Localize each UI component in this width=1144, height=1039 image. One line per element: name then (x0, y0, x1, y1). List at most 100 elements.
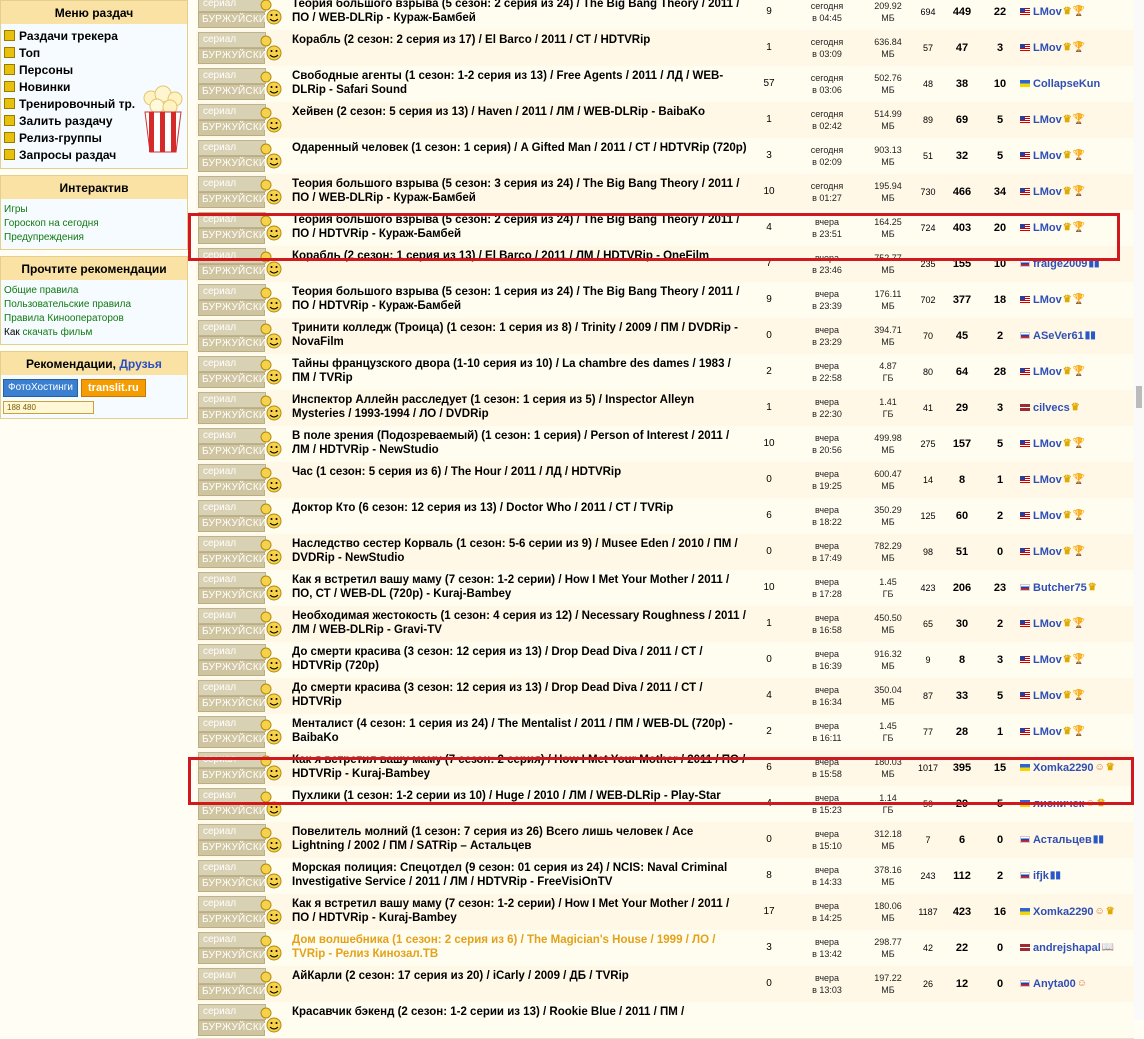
torrent-title-link[interactable]: Менталист (4 сезон: 1 серия из 24) / The… (292, 717, 748, 747)
category-badge[interactable]: сериал БУРЖУЙСКИЙ (198, 320, 288, 352)
uploader-name-link[interactable]: andrejshapal (1033, 942, 1101, 954)
uploader-name-link[interactable]: LMov (1033, 474, 1062, 486)
category-badge[interactable]: сериал БУРЖУЙСКИЙ (198, 824, 288, 856)
torrent-title-link[interactable]: Корабль (2 сезон: 2 серия из 17) / El Ba… (292, 33, 748, 63)
category-badge[interactable]: сериал БУРЖУЙСКИЙ (198, 140, 288, 172)
torrent-title-link[interactable]: Как я встретил вашу маму (7 сезон: 1-2 с… (292, 573, 748, 603)
category-badge[interactable]: сериал БУРЖУЙСКИЙ (198, 176, 288, 208)
rules-link[interactable]: Правила Кинооператоров (4, 312, 184, 326)
category-badge[interactable]: сериал БУРЖУЙСКИЙ (198, 392, 288, 424)
category-type-label: сериал (198, 428, 266, 444)
torrent-title-link[interactable]: Как я встретил вашу маму (7 сезон: 1-2 с… (292, 897, 748, 927)
crown-icon: ♛ (1105, 906, 1115, 917)
uploader-name-link[interactable]: LMov (1033, 150, 1062, 162)
torrent-title-link[interactable]: Красавчик бэкенд (2 сезон: 1-2 серии из … (292, 1005, 748, 1035)
category-badge[interactable]: сериал БУРЖУЙСКИЙ (198, 104, 288, 136)
uploader-name-link[interactable]: LMov (1033, 654, 1062, 666)
category-badge[interactable]: сериал БУРЖУЙСКИЙ (198, 968, 288, 1000)
uploader-name-link[interactable]: cilvecs (1033, 402, 1070, 414)
size-value: 312.18 (874, 829, 902, 839)
category-badge[interactable]: сериал БУРЖУЙСКИЙ (198, 428, 288, 460)
rules-link[interactable]: Пользовательские правила (4, 298, 184, 312)
torrent-title-link[interactable]: Теория большого взрыва (5 сезон: 3 серия… (292, 177, 748, 207)
uploader-name-link[interactable]: LMov (1033, 114, 1062, 126)
uploader-name-link[interactable]: LMov (1033, 438, 1062, 450)
menu-item[interactable]: Топ (4, 45, 184, 62)
interactive-link[interactable]: Игры (4, 203, 184, 217)
size-unit: МБ (881, 157, 895, 167)
torrent-title-link[interactable]: Тринити колледж (Троица) (1 сезон: 1 сер… (292, 321, 748, 351)
category-badge[interactable]: сериал БУРЖУЙСКИЙ (198, 500, 288, 532)
uploader-name-link[interactable]: LMov (1033, 510, 1062, 522)
uploader-name-link[interactable]: Butcher75 (1033, 582, 1087, 594)
uploader-name-link[interactable]: LMov (1033, 186, 1062, 198)
torrent-title-link[interactable]: Одаренный человек (1 сезон: 1 серия) / A… (292, 141, 748, 171)
category-badge[interactable]: сериал БУРЖУЙСКИЙ (198, 356, 288, 388)
uploader-name-link[interactable]: LMov (1033, 546, 1062, 558)
category-badge[interactable]: сериал БУРЖУЙСКИЙ (198, 1004, 288, 1036)
uploader-name-link[interactable]: CollapseKun (1033, 78, 1100, 90)
uploader-name-link[interactable]: LMov (1033, 618, 1062, 630)
category-badge[interactable]: сериал БУРЖУЙСКИЙ (198, 644, 288, 676)
uploader-name-link[interactable]: LMov (1033, 726, 1062, 738)
uploader-name-link[interactable]: Астальцев (1033, 834, 1092, 846)
torrent-title-link[interactable]: Повелитель молний (1 сезон: 7 серия из 2… (292, 825, 748, 855)
torrent-title-link[interactable]: Час (1 сезон: 5 серия из 6) / The Hour /… (292, 465, 748, 495)
category-badge[interactable]: сериал БУРЖУЙСКИЙ (198, 716, 288, 748)
torrent-title-link[interactable]: До смерти красива (3 сезон: 12 серия из … (292, 645, 748, 675)
interactive-link[interactable]: Предупреждения (4, 231, 184, 245)
torrent-title-link[interactable]: Тайны французского двора (1-10 серия из … (292, 357, 748, 387)
torrent-title-link[interactable]: Свободные агенты (1 сезон: 1-2 серия из … (292, 69, 748, 99)
torrent-title-link[interactable]: Необходимая жестокость (1 сезон: 4 серия… (292, 609, 748, 639)
translit-button[interactable]: translit.ru (81, 379, 146, 397)
uploader-name-link[interactable]: LMov (1033, 690, 1062, 702)
torrent-title-link[interactable]: Морская полиция: Спецотдел (9 сезон: 01 … (292, 861, 748, 891)
uploader-name-link[interactable]: LMov (1033, 42, 1062, 54)
download-film-link[interactable]: скачать фильм (23, 327, 93, 338)
torrent-title-link[interactable]: До смерти красива (3 сезон: 12 серия из … (292, 681, 748, 711)
uploader-name-link[interactable]: ifjk (1033, 870, 1049, 882)
visit-counter[interactable]: 188 480 (3, 401, 94, 414)
uploader-name-link[interactable]: ASeVer61 (1033, 330, 1084, 342)
category-genre-label: БУРЖУЙСКИЙ (198, 1020, 273, 1036)
scrollbar[interactable] (1134, 0, 1144, 1020)
category-badge[interactable]: сериал БУРЖУЙСКИЙ (198, 536, 288, 568)
added-date: вчера в 19:25 (792, 468, 862, 492)
torrent-title-link[interactable]: Теория большого взрыва (5 сезон: 1 серия… (292, 285, 748, 315)
uploader-name-link[interactable]: LMov (1033, 294, 1062, 306)
category-badge[interactable]: сериал БУРЖУЙСКИЙ (198, 860, 288, 892)
torrent-title-link[interactable]: Доктор Кто (6 сезон: 12 серия из 13) / D… (292, 501, 748, 531)
scrollbar-thumb[interactable] (1136, 386, 1142, 408)
category-badge[interactable]: сериал БУРЖУЙСКИЙ (198, 68, 288, 100)
friends-link[interactable]: Друзья (119, 357, 162, 371)
rules-link[interactable]: Общие правила (4, 284, 184, 298)
category-badge[interactable]: сериал БУРЖУЙСКИЙ (198, 284, 288, 316)
photohosting-button[interactable]: ФотоХостинги (3, 379, 79, 397)
torrent-title-link[interactable]: Инспектор Аллейн расследует (1 сезон: 1 … (292, 393, 748, 423)
date-day: сегодня (810, 145, 844, 155)
torrent-title-link[interactable]: Хейвен (2 сезон: 5 серия из 13) / Haven … (292, 105, 748, 135)
uploader-name-link[interactable]: LMov (1033, 366, 1062, 378)
bullet-icon (4, 149, 15, 160)
torrent-title-link[interactable]: АйКарли (2 сезон: 17 серия из 20) / iCar… (292, 969, 748, 999)
category-badge[interactable]: сериал БУРЖУЙСКИЙ (198, 32, 288, 64)
uploader: LMov♛🏆 (1020, 138, 1134, 174)
uploader-name-link[interactable]: LMov (1033, 6, 1062, 18)
menu-item[interactable]: Персоны (4, 62, 184, 79)
category-badge[interactable]: сериал БУРЖУЙСКИЙ (198, 932, 288, 964)
torrent-title-link[interactable]: В поле зрения (Подозреваемый) (1 сезон: … (292, 429, 748, 459)
menu-item[interactable]: Раздачи трекера (4, 28, 184, 45)
added-date: вчера в 14:33 (792, 864, 862, 888)
category-badge[interactable]: сериал БУРЖУЙСКИЙ (198, 896, 288, 928)
category-badge[interactable]: сериал БУРЖУЙСКИЙ (198, 680, 288, 712)
interactive-link[interactable]: Гороскоп на сегодня (4, 217, 184, 231)
torrent-title-link[interactable]: Дом волшебника (1 сезон: 2 серия из 6) /… (292, 933, 748, 963)
uploader-name-link[interactable]: Xomka2290 (1033, 906, 1094, 918)
torrent-title-link[interactable]: Теория большого взрыва (5 сезон: 2 серия… (292, 0, 748, 27)
category-badge[interactable]: сериал БУРЖУЙСКИЙ (198, 464, 288, 496)
category-badge[interactable]: сериал БУРЖУЙСКИЙ (198, 0, 288, 28)
uploader-name-link[interactable]: Anyta00 (1033, 978, 1076, 990)
torrent-title-link[interactable]: Наследство сестер Корваль (1 сезон: 5-6 … (292, 537, 748, 567)
category-badge[interactable]: сериал БУРЖУЙСКИЙ (198, 608, 288, 640)
category-badge[interactable]: сериал БУРЖУЙСКИЙ (198, 572, 288, 604)
